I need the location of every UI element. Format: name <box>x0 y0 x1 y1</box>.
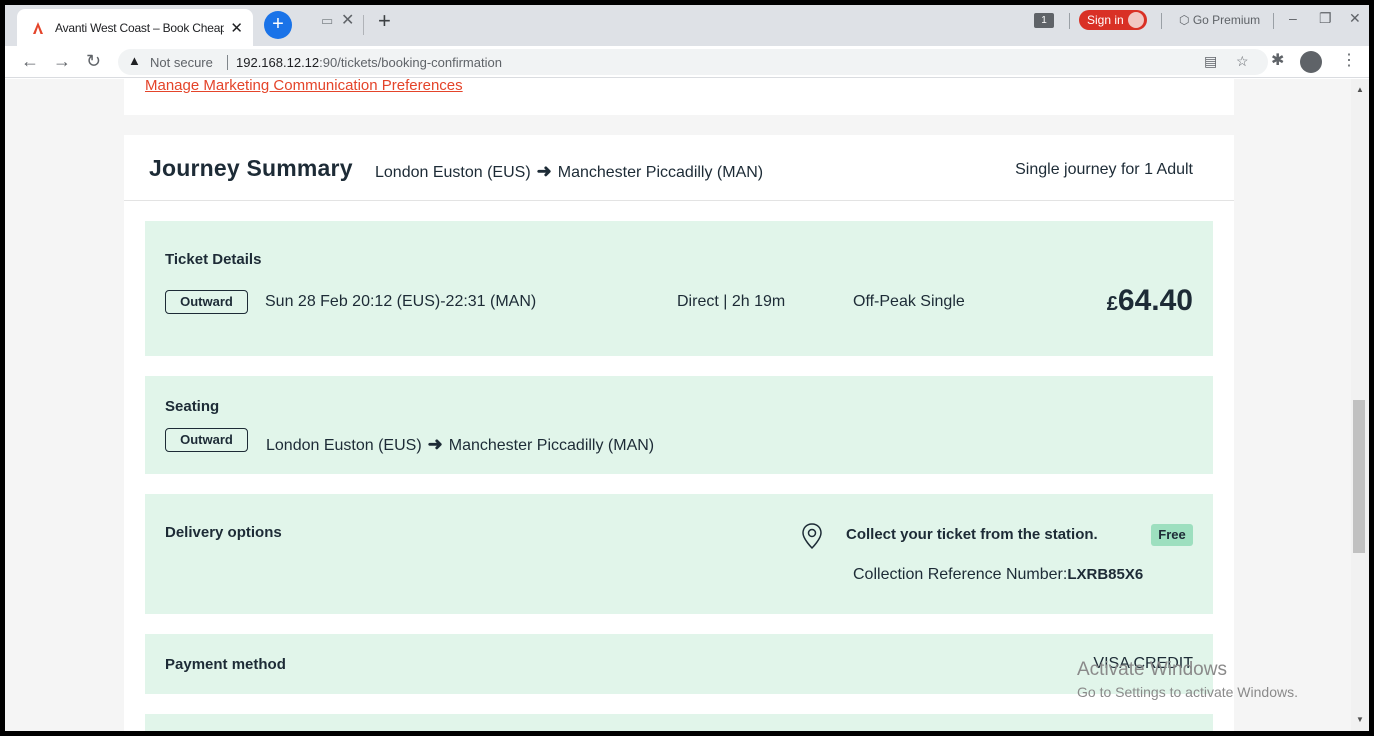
destination-station: Manchester Piccadilly (MAN) <box>557 164 764 181</box>
restore-icon[interactable]: ❐ <box>1319 10 1332 27</box>
tab-title: Avanti West Coast – Book Cheap <box>55 20 225 35</box>
collection-reference: Collection Reference Number:LXRB85X6 <box>853 566 1143 584</box>
location-pin-icon <box>802 523 822 550</box>
scroll-up-arrow-icon[interactable]: ▲ <box>1356 85 1364 94</box>
collection-ref-value: LXRB85X6 <box>1067 566 1144 583</box>
journey-datetime: Sun 28 Feb 20:12 (EUS)-22:31 (MAN) <box>265 293 537 310</box>
free-badge: Free <box>1151 524 1193 546</box>
new-tab-circle-button[interactable]: + <box>264 11 292 39</box>
tab-media-icon[interactable]: ▭ <box>321 13 333 29</box>
warning-icon[interactable]: ▲ <box>128 53 141 68</box>
ticket-price: £64.40 <box>1107 284 1193 318</box>
seating-route: London Euston (EUS) ➜ Manchester Piccadill… <box>266 434 654 455</box>
premium-hexagon-icon: ⬡ <box>1179 13 1190 27</box>
go-premium-button[interactable]: ⬡ Go Premium <box>1179 13 1260 27</box>
preferences-card: Manage Marketing Communication Preferenc… <box>124 79 1234 115</box>
ticket-details-panel: Ticket Details Outward Sun 28 Feb 20:12 … <box>145 221 1213 356</box>
sign-in-button[interactable]: Sign in <box>1079 10 1147 30</box>
profile-avatar-icon[interactable] <box>1300 51 1322 73</box>
destination-station: Manchester Piccadilly (MAN) <box>448 437 655 454</box>
avanti-favicon-icon <box>33 21 43 34</box>
currency-symbol: £ <box>1106 293 1118 315</box>
divider <box>1161 13 1162 29</box>
route-arrow-icon: ➜ <box>427 434 443 454</box>
seating-heading: Seating <box>165 398 220 415</box>
payment-method-panel: Payment method VISA CREDIT <box>145 634 1213 694</box>
divider <box>1273 13 1274 29</box>
sign-in-label: Sign in <box>1087 13 1124 27</box>
menu-kebab-icon[interactable]: ⋮ <box>1341 50 1357 70</box>
manage-marketing-link[interactable]: Manage Marketing Communication Preferenc… <box>145 79 463 94</box>
page-title: Journey Summary <box>149 155 353 181</box>
extensions-puzzle-icon[interactable]: ✱ <box>1271 50 1284 70</box>
new-tab-plus-icon[interactable]: + <box>378 8 391 34</box>
tab-close-icon-2[interactable]: ✕ <box>341 10 354 30</box>
tab-divider <box>363 15 364 35</box>
seating-panel: Seating Outward London Euston (EUS) ➜ Manc… <box>145 376 1213 474</box>
address-divider <box>227 55 228 70</box>
watermark-title: Activate Windows <box>1077 659 1227 680</box>
go-premium-label: Go Premium <box>1192 13 1261 27</box>
origin-station: London Euston (EUS) <box>266 437 422 454</box>
delivery-heading: Delivery options <box>165 524 282 541</box>
url-text[interactable]: 192.168.12.12:90/tickets/booking-confirm… <box>236 55 502 70</box>
address-bar[interactable]: ▲ Not secure 192.168.12.12:90/tickets/bo… <box>118 49 1268 75</box>
delivery-options-panel: Delivery options Collect your ticket fro… <box>145 494 1213 614</box>
tab-count-badge[interactable]: 1 <box>1034 13 1054 28</box>
browser-window: Avanti West Coast – Book Cheap ✕ + ▭ ✕ +… <box>5 5 1369 731</box>
outward-badge: Outward <box>165 290 248 314</box>
scroll-down-arrow-icon[interactable]: ▼ <box>1356 715 1364 724</box>
journey-duration: Direct | 2h 19m <box>677 293 786 310</box>
tab-strip: Avanti West Coast – Book Cheap ✕ + ▭ ✕ +… <box>5 5 1369 46</box>
journey-route: London Euston (EUS) ➜ Manchester Piccadill… <box>375 161 763 182</box>
url-host: 192.168.12.12 <box>236 55 320 70</box>
watermark-subtitle: Go to Settings to activate Windows. <box>1077 684 1298 700</box>
ticket-details-heading: Ticket Details <box>165 251 262 268</box>
journey-summary-card: Journey Summary London Euston (EUS) ➜ Manc… <box>124 135 1234 731</box>
collection-ref-label: Collection Reference Number: <box>853 566 1068 583</box>
price-amount: 64.40 <box>1117 284 1193 317</box>
security-label[interactable]: Not secure <box>150 55 213 70</box>
url-path: :90/tickets/booking-confirmation <box>319 55 502 70</box>
bookmark-star-icon[interactable]: ☆ <box>1236 53 1249 70</box>
browser-toolbar: ← → ↻ ▲ Not secure 192.168.12.12:90/tick… <box>5 46 1369 78</box>
origin-station: London Euston (EUS) <box>375 164 531 181</box>
delivery-method: Collect your ticket from the station. <box>846 526 1098 543</box>
divider <box>1069 13 1070 29</box>
fare-type: Off-Peak Single <box>853 293 965 310</box>
window-close-icon[interactable]: ✕ <box>1349 10 1361 27</box>
back-arrow-icon[interactable]: ← <box>21 51 39 72</box>
forward-arrow-icon[interactable]: → <box>53 51 71 72</box>
journey-summary-header: Journey Summary London Euston (EUS) ➜ Manc… <box>124 135 1234 201</box>
minimize-icon[interactable]: – <box>1289 10 1297 26</box>
windows-activation-watermark: Activate Windows Go to Settings to activ… <box>1077 659 1298 700</box>
payment-heading: Payment method <box>165 656 286 673</box>
tab-close-icon[interactable]: ✕ <box>230 19 243 37</box>
browser-tab-active[interactable]: Avanti West Coast – Book Cheap ✕ <box>17 9 253 46</box>
vertical-scrollbar[interactable]: ▲ ▼ <box>1351 79 1369 731</box>
scrollbar-thumb[interactable] <box>1353 400 1365 553</box>
avatar-icon <box>1128 12 1144 28</box>
passenger-summary: Single journey for 1 Adult <box>1015 161 1193 178</box>
route-arrow-icon: ➜ <box>536 161 552 181</box>
reload-icon[interactable]: ↻ <box>86 51 101 72</box>
next-panel <box>145 714 1213 731</box>
page-viewport: Manage Marketing Communication Preferenc… <box>5 79 1351 731</box>
reader-mode-icon[interactable]: ▤ <box>1204 53 1217 70</box>
outward-badge: Outward <box>165 428 248 452</box>
